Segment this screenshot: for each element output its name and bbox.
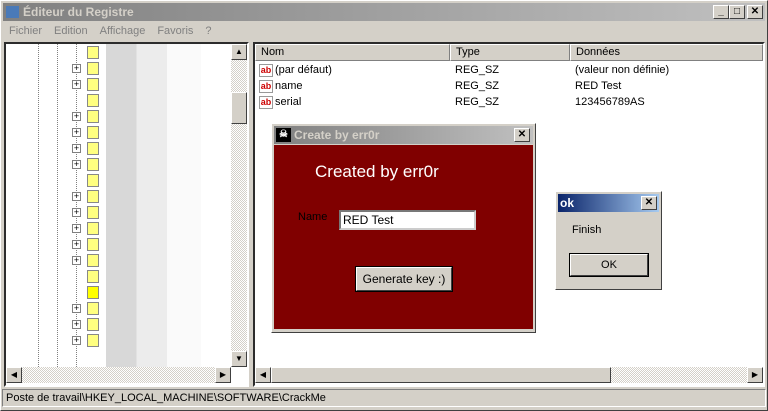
message-box: ok ✕ Finish OK bbox=[555, 191, 662, 290]
keygen-body: Created by err0r Name RED Test Generate … bbox=[274, 145, 533, 329]
expand-icon[interactable]: + bbox=[72, 240, 81, 249]
tree-vertical-scrollbar[interactable]: ▲ ▼ bbox=[231, 44, 247, 367]
folder-icon[interactable] bbox=[87, 46, 99, 59]
string-value-icon: ab bbox=[259, 95, 273, 109]
scroll-right-button[interactable]: ▶ bbox=[747, 367, 763, 383]
keygen-title-bar: ☠ Create by err0r ✕ bbox=[274, 126, 533, 144]
tree-horizontal-scrollbar[interactable]: ◀ ▶ bbox=[6, 367, 231, 383]
menu-edition[interactable]: Edition bbox=[54, 25, 88, 37]
menu-help[interactable]: ? bbox=[205, 25, 211, 37]
value-type: REG_SZ bbox=[455, 64, 500, 76]
menu-bar: Fichier Edition Affichage Favoris? bbox=[3, 22, 218, 40]
ok-button[interactable]: OK bbox=[569, 253, 649, 277]
expand-icon[interactable]: + bbox=[72, 208, 81, 217]
value-name: (par défaut) bbox=[275, 64, 332, 76]
status-bar: Poste de travail\HKEY_LOCAL_MACHINE\SOFT… bbox=[2, 389, 766, 407]
window-title: Éditeur du Registre bbox=[23, 5, 134, 19]
scroll-thumb[interactable] bbox=[231, 92, 247, 124]
folder-icon[interactable] bbox=[87, 158, 99, 171]
expand-icon[interactable]: + bbox=[72, 224, 81, 233]
scroll-up-button[interactable]: ▲ bbox=[231, 44, 247, 60]
key-tree[interactable]: + + + + + + + + + + + + + + bbox=[6, 44, 231, 367]
expand-icon[interactable]: + bbox=[72, 320, 81, 329]
value-name: serial bbox=[275, 96, 302, 108]
folder-icon[interactable] bbox=[87, 334, 99, 347]
generate-key-button[interactable]: Generate key :) bbox=[355, 266, 453, 292]
title-bar: Éditeur du Registre _ □ ✕ bbox=[3, 3, 765, 21]
folder-icon[interactable] bbox=[87, 94, 99, 107]
folder-icon[interactable] bbox=[87, 206, 99, 219]
expand-icon[interactable]: + bbox=[72, 304, 81, 313]
message-box-close-button[interactable]: ✕ bbox=[641, 196, 657, 210]
column-header-type[interactable]: Type bbox=[450, 44, 570, 61]
folder-icon[interactable] bbox=[87, 254, 99, 267]
scroll-down-button[interactable]: ▼ bbox=[231, 351, 247, 367]
keygen-title: Create by err0r bbox=[294, 128, 380, 142]
scroll-left-button[interactable]: ◀ bbox=[6, 367, 22, 383]
value-type: REG_SZ bbox=[455, 80, 500, 92]
folder-icon[interactable] bbox=[87, 302, 99, 315]
folder-icon[interactable] bbox=[87, 238, 99, 251]
value-data: (valeur non définie) bbox=[575, 64, 670, 76]
skull-icon: ☠ bbox=[276, 128, 291, 142]
folder-icon[interactable] bbox=[87, 222, 99, 235]
values-horizontal-scrollbar[interactable]: ◀ ▶ bbox=[255, 367, 763, 383]
maximize-button[interactable]: □ bbox=[729, 5, 745, 19]
menu-favoris[interactable]: Favoris bbox=[157, 25, 193, 37]
expand-icon[interactable]: + bbox=[72, 336, 81, 345]
expand-icon[interactable]: + bbox=[72, 144, 81, 153]
folder-icon[interactable] bbox=[87, 142, 99, 155]
folder-icon[interactable] bbox=[87, 110, 99, 123]
folder-icon[interactable] bbox=[87, 318, 99, 331]
column-header-name[interactable]: Nom bbox=[255, 44, 450, 61]
name-input[interactable]: RED Test bbox=[339, 210, 476, 230]
scroll-right-button[interactable]: ▶ bbox=[215, 367, 231, 383]
folder-icon[interactable] bbox=[87, 286, 99, 299]
message-box-title: ok bbox=[560, 196, 575, 210]
menu-fichier[interactable]: Fichier bbox=[9, 25, 42, 37]
column-header-data[interactable]: Données bbox=[570, 44, 763, 61]
value-type: REG_SZ bbox=[455, 96, 500, 108]
regedit-icon bbox=[6, 6, 19, 18]
expand-icon[interactable]: + bbox=[72, 64, 81, 73]
folder-icon[interactable] bbox=[87, 78, 99, 91]
expand-icon[interactable]: + bbox=[72, 160, 81, 169]
value-data: RED Test bbox=[575, 80, 622, 92]
value-row[interactable]: ab (par défaut) REG_SZ (valeur non définie) bbox=[255, 62, 763, 78]
tree-pane: + + + + + + + + + + + + + + ▲ ▼ ◀ ▶ bbox=[4, 42, 249, 387]
folder-icon[interactable] bbox=[87, 62, 99, 75]
keygen-close-button[interactable]: ✕ bbox=[514, 128, 530, 142]
folder-icon[interactable] bbox=[87, 270, 99, 283]
expand-icon[interactable]: + bbox=[72, 192, 81, 201]
string-value-icon: ab bbox=[259, 79, 273, 93]
menu-affichage[interactable]: Affichage bbox=[100, 25, 146, 37]
minimize-button[interactable]: _ bbox=[713, 5, 729, 19]
message-text: Finish bbox=[572, 224, 602, 236]
name-label: Name bbox=[298, 211, 328, 223]
scroll-left-button[interactable]: ◀ bbox=[255, 367, 271, 383]
expand-icon[interactable]: + bbox=[72, 112, 81, 121]
value-row[interactable]: ab serial REG_SZ 123456789AS bbox=[255, 94, 763, 110]
folder-icon[interactable] bbox=[87, 174, 99, 187]
value-row[interactable]: ab name REG_SZ RED Test bbox=[255, 78, 763, 94]
keygen-dialog: ☠ Create by err0r ✕ Created by err0r Nam… bbox=[271, 123, 536, 333]
expand-icon[interactable]: + bbox=[72, 128, 81, 137]
value-name: name bbox=[275, 80, 303, 92]
close-button[interactable]: ✕ bbox=[747, 5, 763, 19]
string-value-icon: ab bbox=[259, 63, 273, 77]
expand-icon[interactable]: + bbox=[72, 80, 81, 89]
folder-icon[interactable] bbox=[87, 190, 99, 203]
value-data: 123456789AS bbox=[575, 96, 645, 108]
expand-icon[interactable]: + bbox=[72, 256, 81, 265]
message-box-title-bar: ok ✕ bbox=[558, 194, 659, 212]
keygen-heading: Created by err0r bbox=[315, 162, 439, 181]
folder-icon[interactable] bbox=[87, 126, 99, 139]
scroll-thumb[interactable] bbox=[271, 367, 611, 383]
